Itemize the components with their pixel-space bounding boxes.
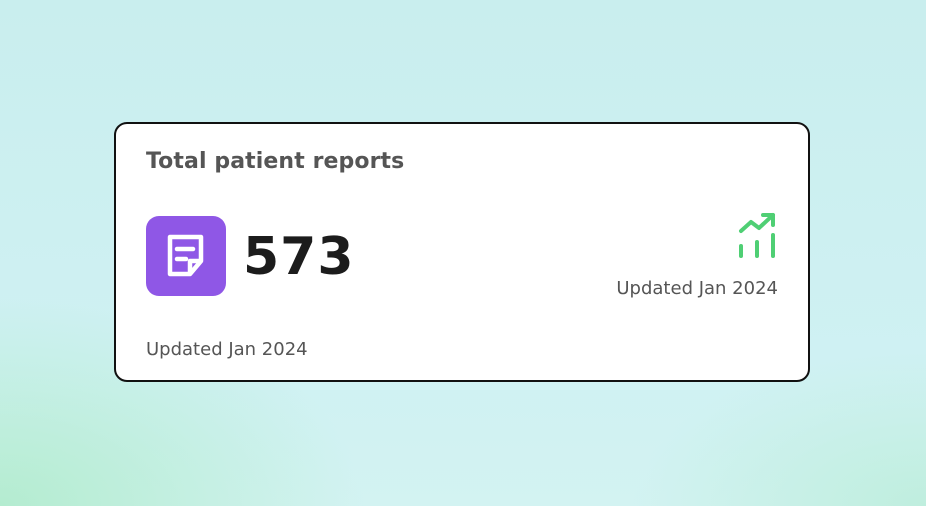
trending-up-bars-icon	[736, 210, 780, 258]
updated-date-bottom: Updated Jan 2024	[146, 339, 308, 360]
report-count: 573	[243, 227, 355, 287]
document-note-icon	[146, 216, 226, 296]
card-title: Total patient reports	[146, 149, 405, 174]
updated-date-right: Updated Jan 2024	[616, 278, 778, 299]
patient-reports-card: Total patient reports 573 Updated Jan 20…	[114, 122, 810, 382]
